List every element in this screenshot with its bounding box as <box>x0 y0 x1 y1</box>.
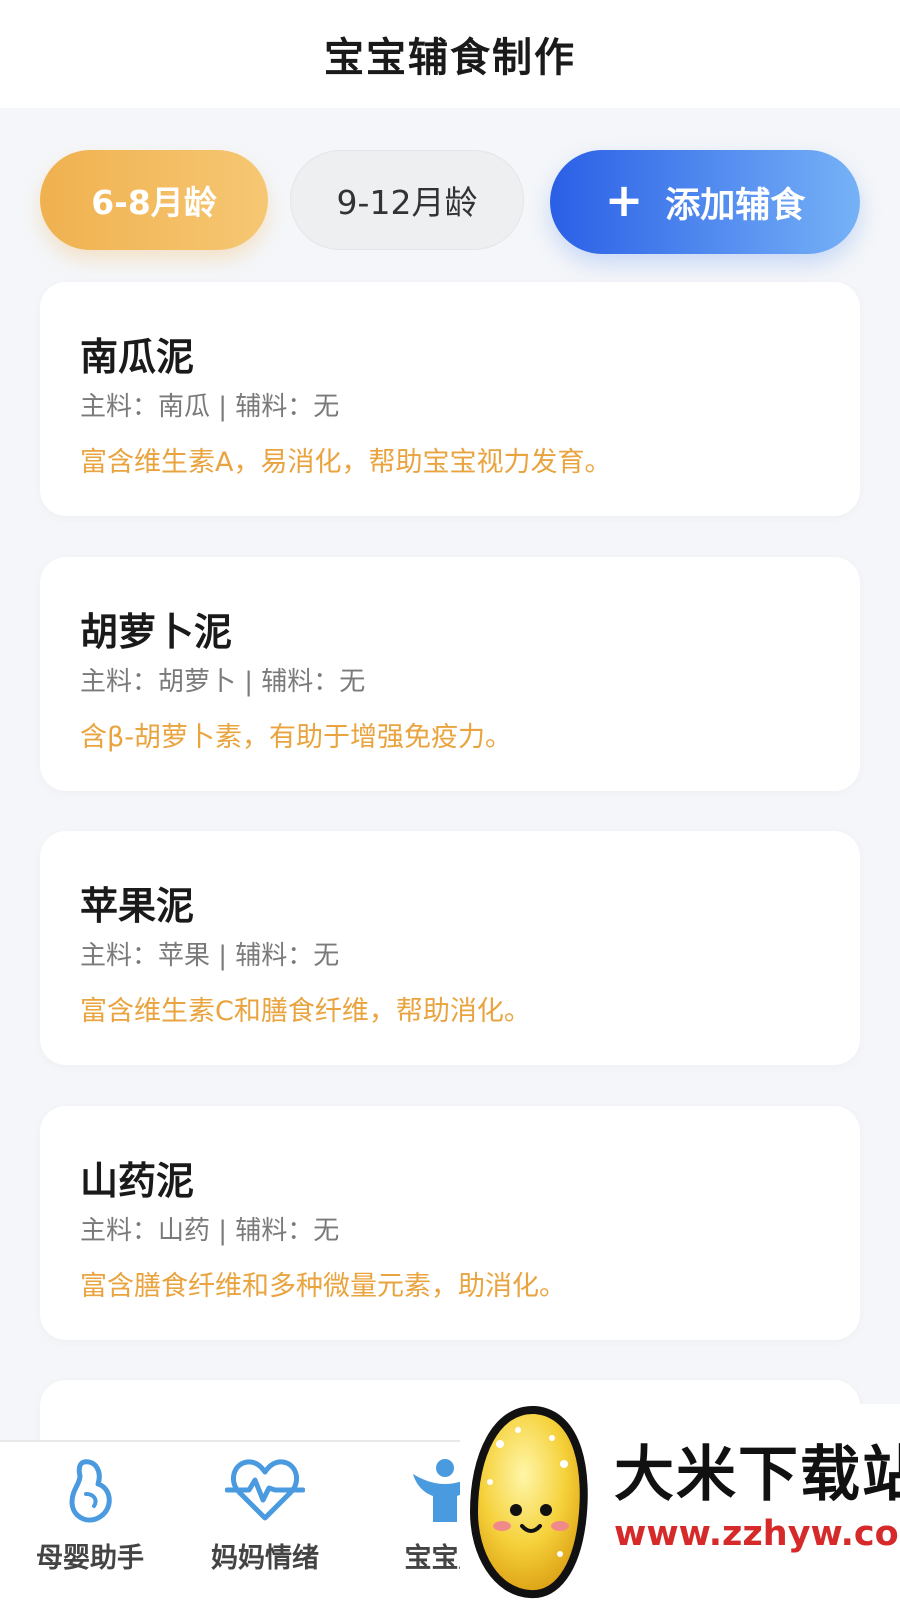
page-title: 宝宝辅食制作 <box>324 35 576 81</box>
age-filter-6-8-months[interactable]: 6-8月龄 <box>40 150 268 250</box>
rice-mascot-icon <box>460 1404 610 1600</box>
recipe-ingredients: 主料：苹果 | 辅料：无 <box>80 941 340 971</box>
tab-label: 妈妈情绪 <box>211 1543 319 1574</box>
pregnant-mother-icon <box>50 1450 130 1534</box>
age-filter-9-12-months[interactable]: 9-12月龄 <box>290 150 524 250</box>
recipe-card[interactable]: 山药泥 主料：山药 | 辅料：无 富含膳食纤维和多种微量元素，助消化。 <box>40 1106 860 1340</box>
recipe-name: 胡萝卜泥 <box>80 610 233 654</box>
watermark-title: 大米下载站 <box>614 1440 900 1510</box>
tab-mother-baby-assistant[interactable]: 母婴助手 <box>0 1442 180 1600</box>
watermark-url: www.zzhyw.com <box>614 1514 900 1554</box>
tab-mom-mood[interactable]: 妈妈情绪 <box>175 1442 355 1600</box>
filter-bar: 6-8月龄 9-12月龄 + 添加辅食 <box>40 150 860 254</box>
recipe-name: 南瓜泥 <box>80 335 195 379</box>
tab-label: 母婴助手 <box>36 1543 144 1574</box>
recipe-ingredients: 主料：胡萝卜 | 辅料：无 <box>80 667 366 697</box>
recipe-ingredients: 主料：山药 | 辅料：无 <box>80 1216 340 1246</box>
recipe-card[interactable]: 南瓜泥 主料：南瓜 | 辅料：无 富含维生素A，易消化，帮助宝宝视力发育。 <box>40 282 860 516</box>
recipe-card[interactable]: 胡萝卜泥 主料：胡萝卜 | 辅料：无 含β-胡萝卜素，有助于增强免疫力。 <box>40 557 860 791</box>
app-header: 宝宝辅食制作 <box>0 0 900 108</box>
recipe-description: 富含膳食纤维和多种微量元素，助消化。 <box>80 1271 566 1302</box>
recipe-card[interactable]: 苹果泥 主料：苹果 | 辅料：无 富含维生素C和膳食纤维，帮助消化。 <box>40 831 860 1065</box>
plus-icon: + <box>604 173 644 227</box>
add-food-label: 添加辅食 <box>665 185 806 226</box>
heart-pulse-icon <box>224 1450 306 1534</box>
recipe-ingredients: 主料：南瓜 | 辅料：无 <box>80 392 340 422</box>
recipe-description: 含β-胡萝卜素，有助于增强免疫力。 <box>80 722 512 753</box>
add-food-button[interactable]: + 添加辅食 <box>550 150 860 254</box>
recipe-name: 山药泥 <box>80 1159 195 1203</box>
watermark-overlay: 大米下载站 www.zzhyw.com <box>460 1404 900 1600</box>
recipe-name: 苹果泥 <box>80 884 195 928</box>
recipe-description: 富含维生素C和膳食纤维，帮助消化。 <box>80 996 531 1027</box>
recipe-description: 富含维生素A，易消化，帮助宝宝视力发育。 <box>80 447 612 478</box>
